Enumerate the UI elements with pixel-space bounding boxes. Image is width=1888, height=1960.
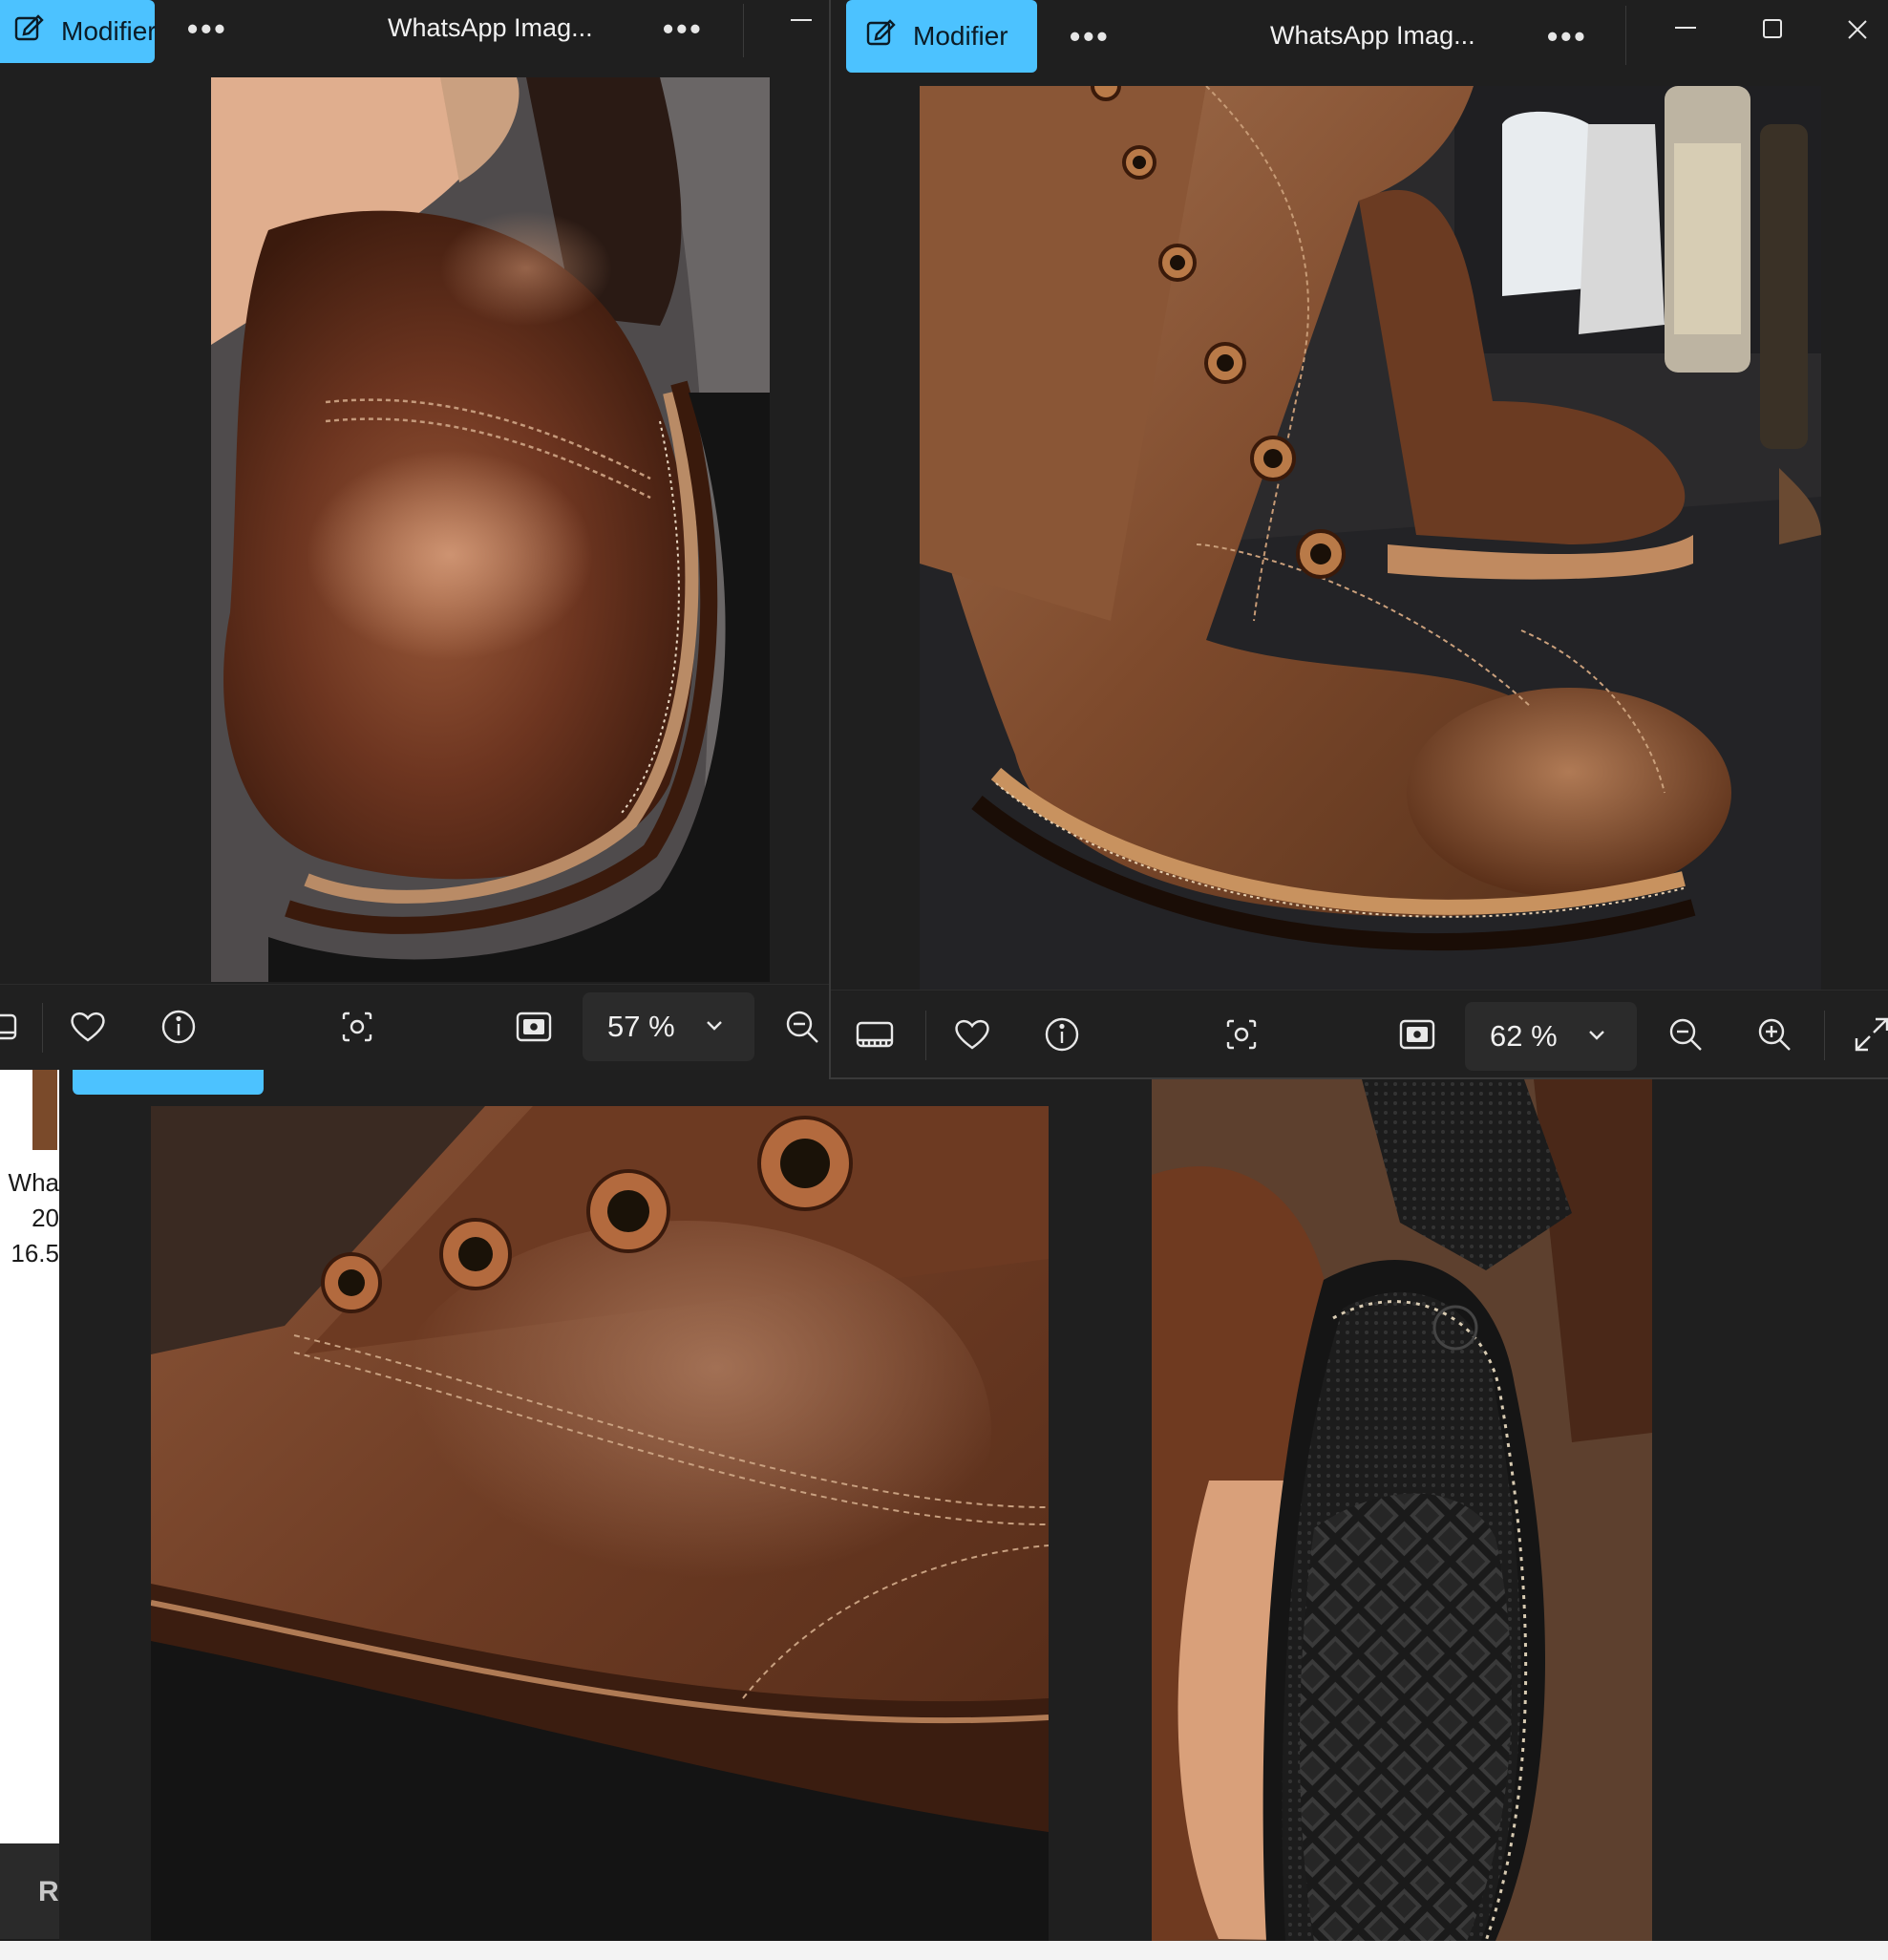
status-text: R — [38, 1876, 59, 1907]
title-divider — [1625, 6, 1626, 65]
more-dots-icon[interactable]: ••• — [1547, 19, 1588, 54]
zoom-out-icon[interactable] — [781, 1006, 823, 1048]
zoom-in-icon[interactable] — [1753, 1013, 1795, 1055]
modify-button[interactable]: Modifier — [846, 0, 1037, 73]
minimize-icon[interactable] — [1675, 27, 1696, 29]
maximize-icon[interactable] — [1763, 19, 1782, 38]
modify-button-partial[interactable] — [73, 1070, 264, 1095]
boot-toe-photo — [211, 77, 770, 982]
taskbar-edge — [0, 1941, 1888, 1960]
viewer-toolbar: 62 % — [831, 990, 1888, 1077]
file-explorer-pane: Wha 20 16.5 — [0, 1070, 59, 1843]
edit-image-icon — [13, 12, 46, 52]
more-dots-icon[interactable]: ••• — [663, 11, 704, 47]
zoom-level: 57 % — [607, 1010, 675, 1043]
file-name-line-2[interactable]: 20 — [0, 1201, 59, 1236]
info-icon[interactable] — [1041, 1013, 1083, 1055]
boot-eyelet-photo — [151, 1106, 1049, 1941]
window-title: WhatsApp Imag... — [1270, 21, 1475, 50]
chevron-down-icon — [707, 1021, 722, 1031]
zoom-dropdown[interactable]: 57 % — [583, 992, 754, 1061]
expand-icon[interactable] — [1851, 1013, 1888, 1055]
window-title: WhatsApp Imag... — [388, 13, 593, 42]
toolbar-divider — [1824, 1011, 1825, 1060]
zoom-out-icon[interactable] — [1665, 1013, 1707, 1055]
close-icon[interactable] — [1847, 19, 1868, 40]
photo-viewer-window-1: Modifier ••• WhatsApp Imag... ••• 57 % — [0, 0, 829, 1070]
filmstrip-icon[interactable] — [0, 1006, 21, 1048]
boot-sole-photo — [1152, 1079, 1652, 1941]
toolbar-divider — [925, 1011, 926, 1060]
modify-label: Modifier — [61, 16, 157, 46]
boot-side-photo — [920, 86, 1821, 990]
file-thumbnail[interactable] — [32, 1070, 57, 1150]
file-name-line-3[interactable]: 16.5 — [0, 1236, 59, 1271]
title-bar: Modifier ••• WhatsApp Imag... ••• — [0, 0, 829, 73]
viewer-toolbar: 57 % — [0, 984, 829, 1070]
minimize-icon[interactable] — [791, 19, 812, 21]
explorer-status-bar: R — [0, 1843, 59, 1939]
toolbar-divider — [42, 1003, 43, 1053]
chevron-down-icon — [1589, 1031, 1604, 1040]
photo-viewer-window-2: Modifier ••• WhatsApp Imag... ••• 62 % — [829, 0, 1888, 1079]
zoom-dropdown[interactable]: 62 % — [1465, 1002, 1637, 1071]
filmstrip-icon[interactable] — [854, 1013, 896, 1055]
info-icon[interactable] — [158, 1006, 200, 1048]
fit-to-window-icon[interactable] — [513, 1006, 555, 1048]
modify-button[interactable]: Modifier — [0, 0, 157, 63]
modify-label: Modifier — [913, 21, 1008, 51]
scan-icon[interactable] — [336, 1006, 378, 1048]
photo-viewer-window-4 — [1140, 1079, 1888, 1941]
file-name-line-1[interactable]: Wha — [0, 1165, 59, 1201]
scan-icon[interactable] — [1220, 1013, 1262, 1055]
heart-icon[interactable] — [67, 1006, 109, 1048]
fit-to-window-icon[interactable] — [1396, 1013, 1438, 1055]
edit-image-icon — [865, 17, 898, 56]
more-dots-icon[interactable]: ••• — [187, 11, 228, 47]
zoom-level: 62 % — [1490, 1019, 1558, 1053]
heart-icon[interactable] — [951, 1013, 993, 1055]
photo-viewer-window-3 — [59, 1070, 1140, 1941]
more-dots-icon[interactable]: ••• — [1070, 19, 1111, 54]
title-divider — [743, 4, 744, 57]
title-bar: Modifier ••• WhatsApp Imag... ••• — [831, 0, 1888, 73]
